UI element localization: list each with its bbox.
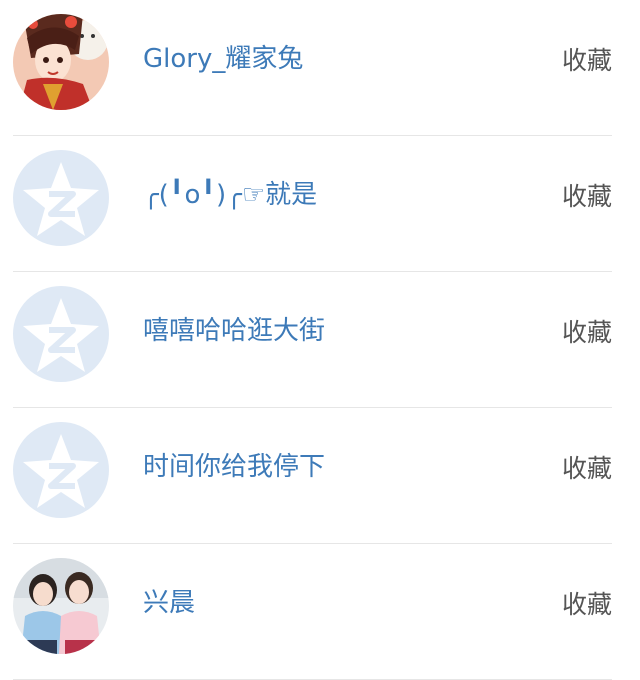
- collect-button[interactable]: 收藏: [562, 452, 612, 486]
- collect-button[interactable]: 收藏: [562, 316, 612, 350]
- default-qzone-star-icon: [13, 286, 109, 382]
- default-qzone-star-icon: [13, 422, 109, 518]
- friend-name[interactable]: ╭(╹o╹)╭☞就是: [143, 178, 317, 212]
- avatar[interactable]: [13, 286, 109, 382]
- two-girls-avatar-image: [13, 558, 109, 654]
- collect-button[interactable]: 收藏: [562, 180, 612, 214]
- friend-name[interactable]: 嘻嘻哈哈逛大街: [143, 314, 325, 348]
- avatar[interactable]: [13, 422, 109, 518]
- list-item[interactable]: 嘻嘻哈哈逛大街 收藏: [0, 272, 640, 408]
- list-item[interactable]: Glory_耀家兔 收藏: [0, 0, 640, 136]
- list-item[interactable]: 时间你给我停下 收藏: [0, 408, 640, 544]
- friend-name[interactable]: 时间你给我停下: [143, 450, 325, 484]
- cartoon-girl-avatar-image: [13, 14, 109, 110]
- avatar[interactable]: [13, 558, 109, 654]
- friend-list: Glory_耀家兔 收藏 ╭(╹o╹)╭☞就是 收藏 嘻嘻哈哈逛大街 收藏 时间…: [0, 0, 640, 680]
- collect-button[interactable]: 收藏: [562, 44, 612, 78]
- avatar[interactable]: [13, 150, 109, 246]
- list-item[interactable]: ╭(╹o╹)╭☞就是 收藏: [0, 136, 640, 272]
- friend-name[interactable]: Glory_耀家兔: [143, 42, 303, 76]
- list-item[interactable]: 兴晨 收藏: [0, 544, 640, 680]
- collect-button[interactable]: 收藏: [562, 588, 612, 622]
- friend-name[interactable]: 兴晨: [143, 586, 195, 620]
- avatar[interactable]: [13, 14, 109, 110]
- default-qzone-star-icon: [13, 150, 109, 246]
